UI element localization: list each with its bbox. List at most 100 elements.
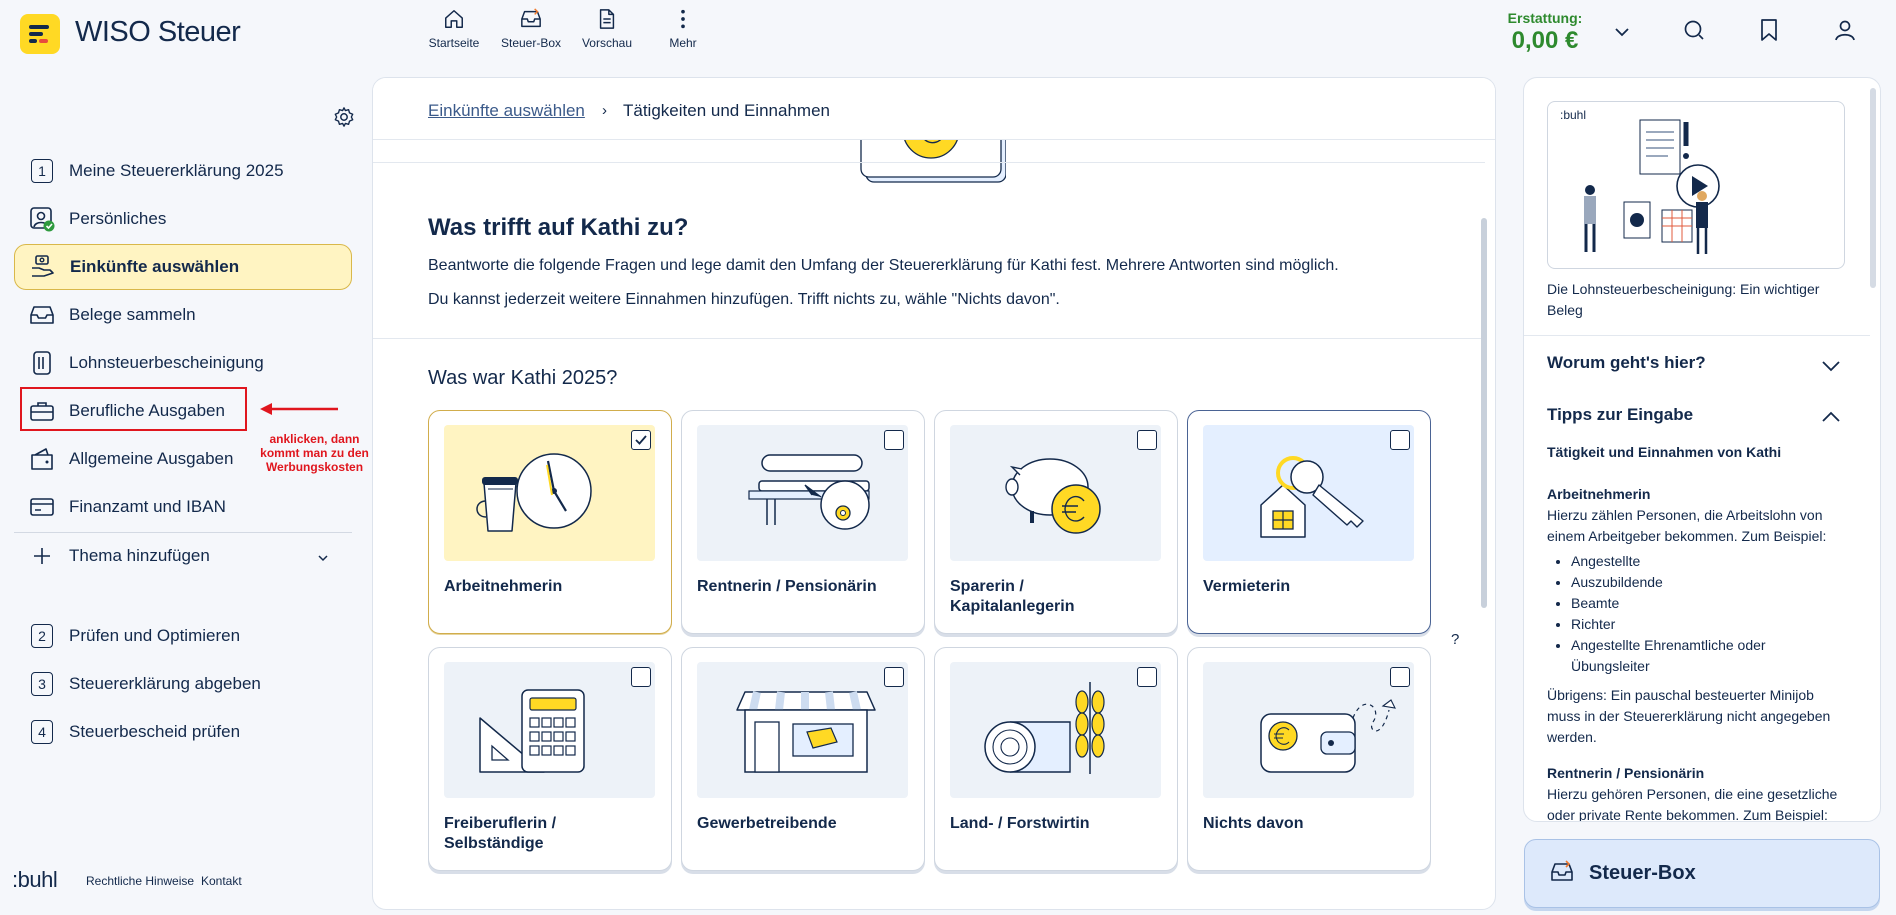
divider <box>373 162 1485 163</box>
steuerbox-icon <box>1551 860 1573 881</box>
nav-startseite[interactable]: Startseite <box>414 8 494 50</box>
intro-text: Beantworte die folgende Fragen und lege … <box>428 257 1339 274</box>
home-icon <box>445 10 463 28</box>
empty-wallet-illustration-icon <box>1260 699 1396 773</box>
sidebar-item-finanzamt-iban[interactable]: Finanzamt und IBAN <box>14 484 352 530</box>
option-card-rentnerin[interactable]: Rentnerin / Pensionärin <box>681 410 925 634</box>
option-checkbox[interactable] <box>1137 430 1157 450</box>
page-title: Was trifft auf Kathi zu? <box>428 214 689 241</box>
tips-heading-rentnerin: Rentnerin / Pensionärin <box>1547 765 1705 781</box>
sidebar-step-bescheid[interactable]: 4 Steuerbescheid prüfen <box>14 709 352 755</box>
list-item: Beamte <box>1571 593 1847 614</box>
option-checkbox[interactable] <box>631 667 651 687</box>
shop-illustration-icon <box>736 691 876 773</box>
list-item: Angestellte Ehrenamtliche oder Übungslei… <box>1571 635 1847 677</box>
top-bar: WISO Steuer Startseite Steuer-Box Vorsch… <box>0 0 1896 66</box>
option-card-nichts-davon[interactable]: Nichts davon <box>1187 647 1431 871</box>
chevron-up-icon[interactable] <box>1820 406 1842 428</box>
option-label: Freiberuflerin / Selbständige <box>444 815 557 852</box>
nav-label: Vorschau <box>581 36 633 50</box>
search-icon[interactable] <box>1682 18 1706 42</box>
sidebar-item-persoenliches[interactable]: Persönliches <box>14 196 352 242</box>
wallet-icon <box>29 446 55 472</box>
chevron-down-icon[interactable] <box>316 551 330 565</box>
sidebar-item-belege-sammeln[interactable]: Belege sammeln <box>14 292 352 338</box>
help-scrollbar[interactable] <box>1870 88 1876 288</box>
tips-content: Tätigkeit und Einnahmen von Kathi Arbeit… <box>1547 442 1847 822</box>
annotation-arrow-icon <box>260 403 338 415</box>
nav-label: Steuer-Box <box>500 36 562 50</box>
sidebar-item-einkuenfte-auswaehlen[interactable]: Einkünfte auswählen <box>14 244 352 290</box>
user-icon[interactable] <box>1833 18 1857 42</box>
divider <box>373 338 1485 339</box>
sidebar-step-abgeben[interactable]: 3 Steuererklärung abgeben <box>14 661 352 707</box>
option-card-arbeitnehmerin[interactable]: Arbeitnehmerin <box>428 410 672 634</box>
refund-display[interactable]: Erstattung: 0,00 € <box>1500 10 1590 55</box>
option-label: Rentnerin / Pensionärin <box>697 578 877 595</box>
sidebar-step-pruefen[interactable]: 2 Prüfen und Optimieren <box>14 613 352 659</box>
house-keys-illustration-icon <box>1260 456 1364 538</box>
tips-heading-arbeitnehmerin: Arbeitnehmerin <box>1547 486 1651 502</box>
card-icon <box>29 494 55 520</box>
list-item: Angestellte <box>1571 551 1847 572</box>
sidebar-item-thema-hinzufuegen[interactable]: Thema hinzufügen <box>14 533 352 579</box>
tips-text: Hierzu zählen Personen, die Arbeitslohn … <box>1547 507 1827 544</box>
list-item: Richter <box>1571 614 1847 635</box>
nav-vorschau[interactable]: Vorschau <box>567 8 647 50</box>
annotation-highlight-box <box>20 387 247 431</box>
step-number: 4 <box>31 720 53 744</box>
option-checkbox[interactable] <box>1390 430 1410 450</box>
plus-icon <box>29 543 55 569</box>
option-card-freiberuflerin[interactable]: Freiberuflerin / Selbständige <box>428 647 672 871</box>
person-check-icon <box>29 206 55 232</box>
option-label: Gewerbetreibende <box>697 815 837 832</box>
option-card-land-forstwirtin[interactable]: Land- / Forstwirtin <box>934 647 1178 871</box>
accordion-tipps[interactable]: Tipps zur Eingabe <box>1547 405 1693 425</box>
bench-watering-can-illustration-icon <box>748 454 870 530</box>
option-card-sparerin[interactable]: Sparerin / Kapitalanlegerin <box>934 410 1178 634</box>
document-icon <box>599 9 615 29</box>
nav-steuerbox[interactable]: Steuer-Box <box>491 8 571 50</box>
help-icon[interactable]: ? <box>1451 631 1459 648</box>
option-checkbox[interactable] <box>631 430 651 450</box>
wiso-logo-icon[interactable] <box>20 14 60 54</box>
tips-list: Angestellte Auszubildende Beamte Richter… <box>1571 551 1847 677</box>
option-label: Arbeitnehmerin <box>444 578 563 595</box>
breadcrumb-separator-icon: › <box>602 102 607 119</box>
tips-text: Hierzu gehören Personen, die eine gesetz… <box>1547 786 1838 822</box>
step-number: 3 <box>31 672 53 696</box>
breadcrumb-parent-link[interactable]: Einkünfte auswählen <box>428 101 585 121</box>
contact-link[interactable]: Kontakt <box>201 874 242 888</box>
certificate-icon <box>29 350 55 376</box>
intro-hint: Du kannst jederzeit weitere Einnahmen hi… <box>428 291 1060 308</box>
steuerbox-button[interactable]: Steuer-Box <box>1524 839 1880 908</box>
video-thumbnail[interactable]: :buhl <box>1547 101 1845 269</box>
video-brand-logo: :buhl <box>1560 108 1587 122</box>
divider <box>1524 335 1870 336</box>
accordion-worum-gehts[interactable]: Worum geht's hier? <box>1547 353 1706 373</box>
brand-name[interactable]: WISO Steuer <box>75 16 241 49</box>
option-checkbox[interactable] <box>1137 667 1157 687</box>
video-illustration-icon <box>1584 119 1720 254</box>
sidebar-item-label: Persönliches <box>69 209 167 228</box>
sidebar-item-label: Belege sammeln <box>69 305 196 324</box>
sidebar-item-meine-steuererklaerung[interactable]: 1 Meine Steuererklärung 2025 <box>14 148 352 194</box>
main-scrollbar[interactable] <box>1481 218 1487 608</box>
steuerbox-label: Steuer-Box <box>1589 862 1696 884</box>
chevron-down-icon[interactable] <box>1612 22 1632 42</box>
option-checkbox[interactable] <box>884 430 904 450</box>
nav-mehr[interactable]: Mehr <box>643 8 723 50</box>
settings-gear-icon[interactable] <box>333 106 355 128</box>
inbox-icon <box>29 302 55 328</box>
option-card-vermieterin[interactable]: Vermieterin <box>1187 410 1431 634</box>
checkmark-icon <box>635 435 647 445</box>
refund-value: 0,00 € <box>1511 27 1579 54</box>
chevron-down-icon[interactable] <box>1820 355 1842 377</box>
sidebar-item-lohnsteuerbescheinigung[interactable]: Lohnsteuerbescheinigung <box>14 340 352 386</box>
bookmark-icon[interactable] <box>1758 18 1780 42</box>
main-panel: Einkünfte auswählen › Tätigkeiten und Ei… <box>372 77 1496 910</box>
option-checkbox[interactable] <box>1390 667 1410 687</box>
option-card-gewerbetreibende[interactable]: Gewerbetreibende <box>681 647 925 871</box>
legal-link[interactable]: Rechtliche Hinweise <box>86 874 194 888</box>
option-checkbox[interactable] <box>884 667 904 687</box>
